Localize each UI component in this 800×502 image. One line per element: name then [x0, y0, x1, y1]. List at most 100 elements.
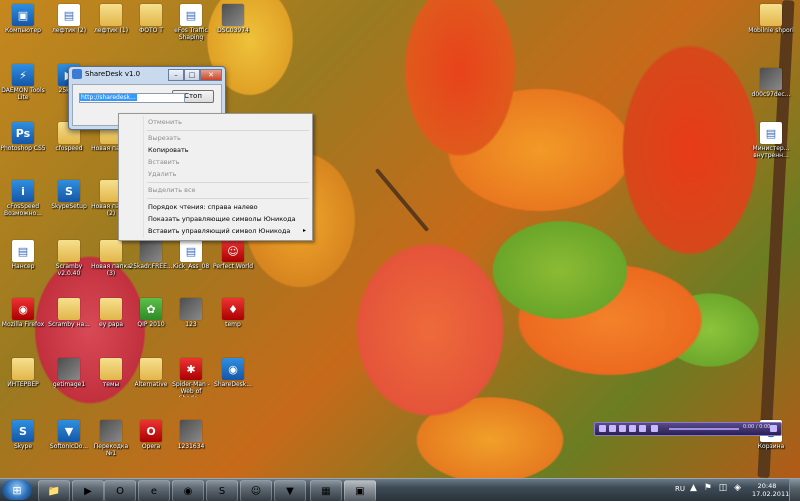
desktop-icon-label: Perfect World: [212, 263, 254, 270]
desktop-icon[interactable]: ▤ лефтик (2): [46, 4, 92, 52]
app-icon: ◉: [222, 358, 244, 380]
desktop-icon[interactable]: ▤ Kick_Ass_08: [168, 240, 214, 288]
desktop-icon-label: Scramby v2.0.40: [55, 263, 83, 277]
desktop-icon[interactable]: getimage1: [46, 358, 92, 406]
desktop-icon[interactable]: ♦ temp: [210, 298, 256, 346]
desktop-icon[interactable]: DSC03974: [210, 4, 256, 52]
desktop-icon[interactable]: ✱Spider-Man - Web of Shado...: [168, 358, 214, 406]
taskbar-button[interactable]: ▦: [310, 480, 342, 502]
taskbar-button[interactable]: ◉: [172, 480, 204, 502]
taskbar-button[interactable]: ▣: [344, 480, 376, 502]
desktop-icon[interactable]: 123: [168, 298, 214, 346]
desktop-icon[interactable]: ▤ Министер... внутренн...: [748, 122, 794, 170]
desktop-icon[interactable]: S Skype: [0, 420, 46, 468]
app-icon: ▼: [58, 420, 80, 442]
player-stop-button[interactable]: [629, 425, 636, 432]
desktop-icon-label: Skype: [13, 443, 33, 450]
desktop-icon-label: Mobilnie shpori: [748, 27, 794, 34]
sharedesk-title: ShareDesk v1.0: [85, 70, 141, 78]
document-icon: ▤: [58, 4, 80, 26]
taskbar-button[interactable]: ☺: [240, 480, 272, 502]
desktop-icon[interactable]: Ps Photoshop CS5: [0, 122, 46, 170]
image-file-icon: [180, 298, 202, 320]
desktop-icon[interactable]: ▤ Нансер: [0, 240, 46, 288]
player-time: 0:00 / 0:00: [743, 424, 771, 430]
folder-icon: [12, 358, 34, 380]
player-pause-button[interactable]: [619, 425, 626, 432]
menu-item-rtl-order[interactable]: Порядок чтения: справа налево: [148, 203, 258, 211]
desktop-icon[interactable]: ▣ Компьютер: [0, 4, 46, 52]
menu-item-insert-unicode[interactable]: Вставить управляющий символ Юникода: [148, 227, 290, 235]
desktop-icon[interactable]: ИНТЕРВЕР: [0, 358, 46, 406]
player-prev-button[interactable]: [599, 425, 606, 432]
desktop-icon[interactable]: ☺ Perfect World: [210, 240, 256, 288]
taskbar-button[interactable]: S: [206, 480, 238, 502]
app-icon: i: [12, 180, 34, 202]
taskbar-button[interactable]: O: [104, 480, 136, 502]
taskbar-button[interactable]: ▼: [274, 480, 306, 502]
close-button[interactable]: ✕: [200, 69, 222, 81]
image-file-icon: [222, 4, 244, 26]
desktop-icon[interactable]: Scramby v2.0.40: [46, 240, 92, 288]
desktop-wallpaper: ▣ Компьютер ▤ лефтик (2) лефтик (1) ФОТО Т ▤ eF…: [0, 0, 800, 478]
taskbar-button[interactable]: e: [138, 480, 170, 502]
context-menu: Отменить Вырезать Копировать Вставить Уд…: [118, 113, 313, 241]
desktop-icon[interactable]: d00c97dec...: [748, 68, 794, 116]
desktop-icon-label: ShareDesk...: [214, 381, 252, 388]
desktop-icon-label: SoftonicDo...: [49, 443, 89, 450]
submenu-arrow-icon: ▸: [302, 227, 306, 234]
desktop-icon-label: Компьютер: [5, 27, 41, 34]
minimize-button[interactable]: –: [168, 69, 184, 81]
menu-item-undo[interactable]: Отменить: [148, 118, 182, 126]
app-icon: ✿: [140, 298, 162, 320]
document-icon: ▤: [180, 240, 202, 262]
tray-icons[interactable]: ▲ ⚑ ◫ ◈: [690, 483, 743, 493]
menu-item-show-unicode[interactable]: Показать управляющие символы Юникода: [148, 215, 296, 223]
desktop-icon[interactable]: Scramby на...: [46, 298, 92, 346]
show-desktop-button[interactable]: [789, 479, 800, 501]
sharedesk-app-icon: [72, 69, 82, 79]
player-play-button[interactable]: [609, 425, 616, 432]
media-player-bar[interactable]: 0:00 / 0:00: [594, 422, 782, 436]
menu-item-copy[interactable]: Копировать: [148, 146, 189, 154]
desktop-icon[interactable]: S SkypeSetup: [46, 180, 92, 228]
desktop-icon[interactable]: i cFosSpeed Возможно...: [0, 180, 46, 228]
player-seek-track[interactable]: [669, 428, 739, 430]
folder-icon: [100, 4, 122, 26]
desktop-icon[interactable]: ▼ SoftonicDo...: [46, 420, 92, 468]
folder-icon: [140, 4, 162, 26]
image-file-icon: [140, 240, 162, 262]
desktop-icon[interactable]: ⚡ DAEMON Tools Lite: [0, 64, 46, 112]
desktop-icon[interactable]: ◉ Mozilla Firefox: [0, 298, 46, 346]
menu-separator: [147, 182, 309, 183]
desktop-icon-label: Корзина: [757, 443, 785, 450]
taskbar-button[interactable]: ▶: [72, 480, 104, 502]
maximize-button[interactable]: □: [184, 69, 200, 81]
desktop-icon[interactable]: 1231634: [168, 420, 214, 468]
app-icon: O: [140, 420, 162, 442]
image-file-icon: [100, 420, 122, 442]
player-menu-button[interactable]: [651, 425, 658, 432]
menu-item-delete[interactable]: Удалить: [148, 170, 176, 178]
desktop-icon-label: 123: [185, 321, 197, 328]
menu-item-select-all[interactable]: Выделить все: [148, 186, 196, 194]
taskbar-button[interactable]: 📁: [38, 480, 70, 502]
folder-icon: [100, 298, 122, 320]
desktop-icon[interactable]: Mobilnie shpori: [748, 4, 794, 52]
desktop-icon-label: Kick_Ass_08: [172, 263, 210, 270]
desktop-icon-label: 1231634: [177, 443, 205, 450]
menu-item-cut[interactable]: Вырезать: [148, 134, 181, 142]
url-field[interactable]: http://sharedesk...: [79, 93, 185, 103]
desktop-icon-label: Mozilla Firefox: [1, 321, 45, 328]
menu-item-paste[interactable]: Вставить: [148, 158, 179, 166]
desktop-icon-label: DSC03974: [217, 27, 249, 34]
language-indicator[interactable]: RU: [675, 485, 685, 493]
image-file-icon: [180, 420, 202, 442]
player-close-button[interactable]: [770, 425, 777, 432]
desktop-icon[interactable]: ◉ ShareDesk...: [210, 358, 256, 406]
player-next-button[interactable]: [639, 425, 646, 432]
start-button[interactable]: ⊞: [2, 480, 32, 500]
clock[interactable]: 20:48 17.02.2011: [752, 482, 789, 498]
folder-icon: [100, 358, 122, 380]
desktop-icon[interactable]: ▤ eFos Traffic Shaping: [168, 4, 214, 52]
